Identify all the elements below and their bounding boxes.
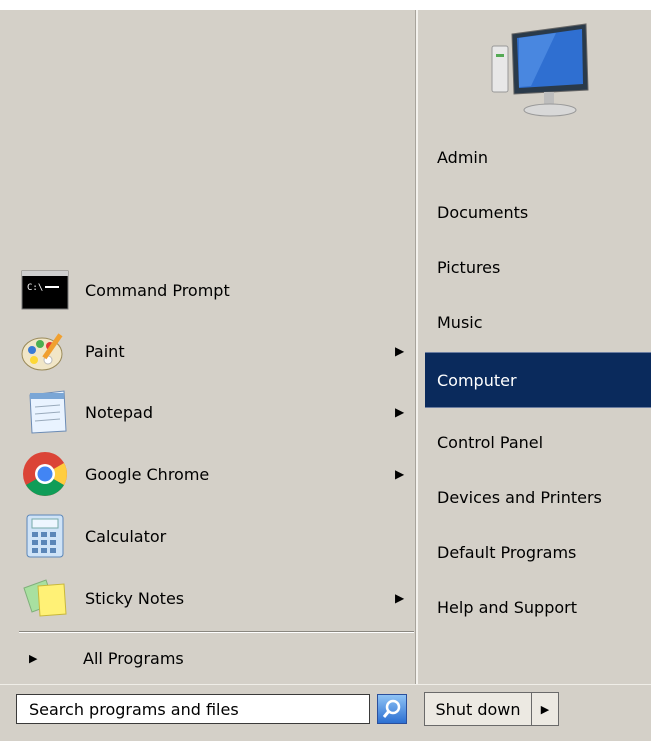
program-notepad[interactable]: Notepad ▶ <box>19 384 409 440</box>
place-control-panel[interactable]: Control Panel <box>425 417 651 467</box>
place-label: Music <box>437 312 483 332</box>
search-icon <box>382 699 401 718</box>
program-label: Calculator <box>85 526 167 546</box>
submenu-arrow-icon[interactable]: ▶ <box>395 344 409 358</box>
place-documents[interactable]: Documents <box>425 187 651 237</box>
place-help-and-support[interactable]: Help and Support <box>425 582 651 632</box>
all-programs-label: All Programs <box>83 648 184 668</box>
program-paint[interactable]: Paint ▶ <box>19 323 409 379</box>
program-calculator[interactable]: Calculator <box>19 508 409 564</box>
program-label: Paint <box>85 341 125 361</box>
program-command-prompt[interactable]: C:\ Command Prompt <box>19 262 409 318</box>
program-label: Sticky Notes <box>85 588 185 608</box>
calculator-icon <box>19 510 71 562</box>
place-label: Documents <box>437 202 529 222</box>
shutdown-button[interactable]: Shut down ▶ <box>424 692 559 726</box>
programs-pane: C:\ Command Prompt Paint ▶ Notepad ▶ Goo… <box>5 10 416 684</box>
submenu-arrow-icon[interactable]: ▶ <box>395 591 409 605</box>
chrome-icon <box>19 448 71 500</box>
expand-arrow-icon: ▶ <box>29 651 38 665</box>
shutdown-label[interactable]: Shut down <box>425 693 532 725</box>
program-google-chrome[interactable]: Google Chrome ▶ <box>19 446 409 502</box>
submenu-arrow-icon[interactable]: ▶ <box>395 467 409 481</box>
desktop-strip <box>0 0 651 10</box>
computer-monitor-icon[interactable] <box>486 20 596 120</box>
program-label: Google Chrome <box>85 464 210 484</box>
paint-icon <box>19 325 71 377</box>
search-button[interactable] <box>377 694 407 724</box>
place-default-programs[interactable]: Default Programs <box>425 527 651 577</box>
start-menu: C:\ Command Prompt Paint ▶ Notepad ▶ Goo… <box>0 10 651 741</box>
place-label: Control Panel <box>437 432 544 452</box>
submenu-arrow-icon[interactable]: ▶ <box>395 405 409 419</box>
place-computer[interactable]: Computer <box>425 352 651 408</box>
sticky-notes-icon <box>19 572 71 624</box>
svg-text:C:\: C:\ <box>27 283 43 293</box>
programs-separator <box>19 631 414 633</box>
program-sticky-notes[interactable]: Sticky Notes ▶ <box>19 570 409 626</box>
place-label: Devices and Printers <box>437 487 602 507</box>
program-label: Notepad <box>85 402 153 422</box>
all-programs-button[interactable]: ▶ All Programs <box>19 640 414 676</box>
place-admin[interactable]: Admin <box>425 132 651 182</box>
place-label: Default Programs <box>437 542 577 562</box>
places-pane: Admin Documents Pictures Music Computer … <box>418 10 651 684</box>
place-label: Admin <box>437 147 488 167</box>
place-pictures[interactable]: Pictures <box>425 242 651 292</box>
place-label: Help and Support <box>437 597 577 617</box>
shutdown-options-arrow-icon[interactable]: ▶ <box>532 693 558 725</box>
program-label: Command Prompt <box>85 280 230 300</box>
bottom-bar: Search programs and files Shut down ▶ <box>0 684 651 741</box>
place-music[interactable]: Music <box>425 297 651 347</box>
place-label: Computer <box>437 370 517 390</box>
search-input[interactable]: Search programs and files <box>16 694 370 724</box>
place-label: Pictures <box>437 257 501 277</box>
place-devices-and-printers[interactable]: Devices and Printers <box>425 472 651 522</box>
command-prompt-icon: C:\ <box>19 264 71 316</box>
notepad-icon <box>19 386 71 438</box>
